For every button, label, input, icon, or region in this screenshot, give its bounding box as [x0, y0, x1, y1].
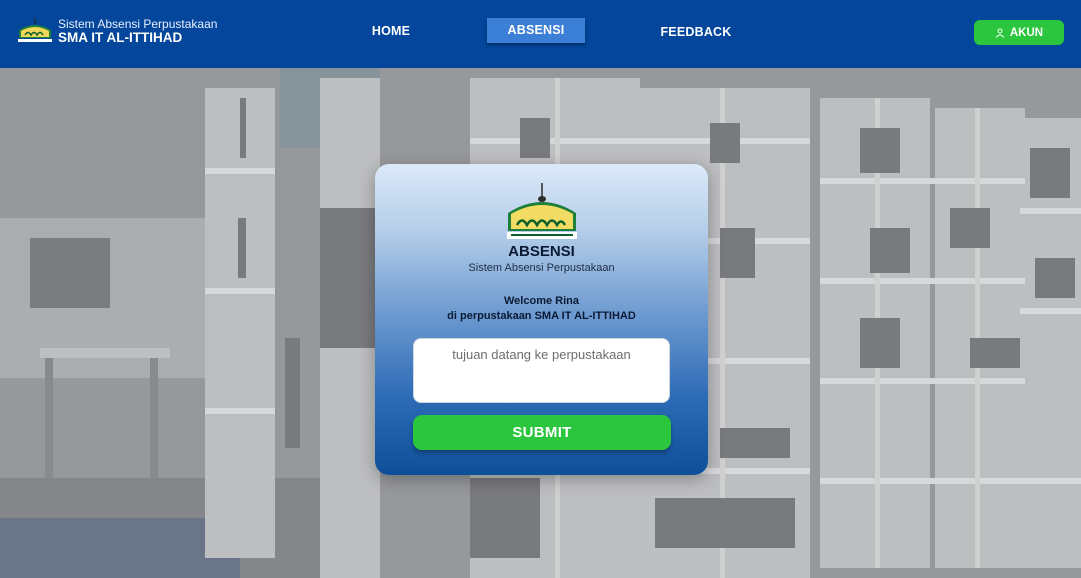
brand-title: SMA IT AL-ITTIHAD [58, 30, 183, 45]
account-button-label: AKUN [1009, 26, 1044, 39]
attendance-card: ABSENSI Sistem Absensi Perpustakaan Welc… [375, 164, 708, 475]
nav-home-link[interactable]: HOME [350, 17, 432, 45]
card-title: ABSENSI [508, 243, 575, 260]
account-button[interactable]: AKUN [974, 20, 1064, 45]
school-logo-icon[interactable] [16, 16, 54, 44]
brand-subtitle: Sistem Absensi Perpustakaan [58, 17, 218, 31]
user-icon [995, 28, 1005, 38]
welcome-location: di perpustakaan SMA IT AL-ITTIHAD [447, 310, 636, 322]
nav-feedback-link[interactable]: FEEDBACK [650, 18, 742, 46]
top-navbar: Sistem Absensi Perpustakaan SMA IT AL-IT… [0, 0, 1081, 68]
school-logo-icon [507, 183, 577, 239]
card-subtitle: Sistem Absensi Perpustakaan [468, 262, 615, 274]
welcome-message: Welcome Rina [504, 295, 579, 307]
submit-button[interactable]: SUBMIT [413, 415, 671, 450]
visit-purpose-input[interactable] [413, 338, 670, 403]
nav-absensi-link[interactable]: ABSENSI [487, 18, 585, 43]
